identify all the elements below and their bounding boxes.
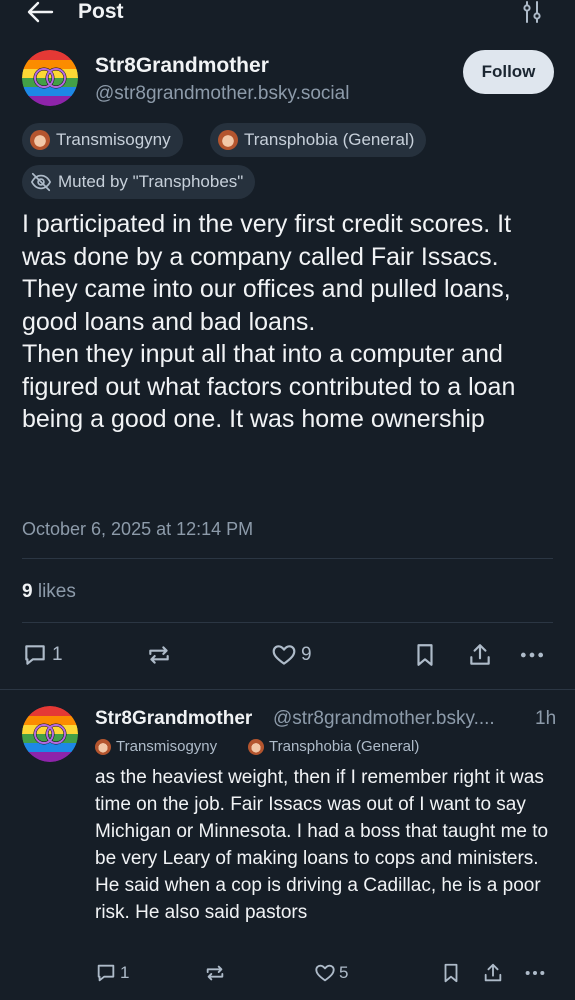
bookmark-icon (444, 963, 458, 983)
avatar[interactable] (22, 50, 78, 106)
author-name[interactable]: Str8Grandmother (95, 53, 269, 79)
follow-button[interactable]: Follow (463, 50, 554, 94)
speech-bubble-icon (97, 964, 115, 982)
thread-settings-button[interactable] (520, 0, 544, 24)
muted-badge[interactable]: Muted by "Transphobes" (22, 165, 256, 199)
reply-repost-button[interactable] (204, 962, 226, 984)
page-title: Post (78, 0, 124, 23)
reply-count: 1 (52, 644, 63, 665)
reply-author-handle[interactable]: @str8grandmother.bsky.... (273, 707, 495, 731)
bookmark-button[interactable] (412, 642, 438, 668)
reply-bookmark-button[interactable] (440, 962, 462, 984)
share-button[interactable] (467, 642, 493, 668)
reply-more-options-button[interactable] (524, 962, 546, 984)
divider (0, 689, 575, 690)
reply-label-transphobia[interactable]: Transphobia (General) (248, 738, 419, 755)
muted-label: Muted by "Transphobes" (58, 172, 244, 191)
labeler-avatar-icon (30, 130, 50, 150)
tag-label: Transphobia (General) (244, 130, 415, 149)
author-handle[interactable]: @str8grandmother.bsky.social (95, 82, 349, 106)
bookmark-icon (417, 644, 433, 666)
share-icon (484, 963, 502, 982)
avatar[interactable] (22, 706, 78, 762)
reply-share-button[interactable] (482, 962, 504, 984)
labeler-avatar-icon (95, 738, 111, 755)
divider (22, 622, 553, 623)
like-count: 9 (301, 644, 312, 665)
heart-icon (315, 964, 335, 982)
sliders-icon (523, 1, 541, 23)
reply-like-button[interactable]: 5 (314, 962, 348, 984)
speech-bubble-icon (25, 645, 45, 665)
share-icon (470, 644, 490, 665)
ellipsis-icon (520, 652, 544, 658)
ellipsis-icon (525, 970, 545, 976)
like-button[interactable]: 9 (271, 642, 312, 668)
tag-label: Transmisogyny (116, 738, 218, 755)
tag-label: Transmisogyny (56, 130, 171, 149)
repost-button[interactable] (146, 642, 172, 668)
arrow-left-icon (27, 1, 54, 23)
likes-count[interactable]: 9 likes (22, 581, 76, 603)
post-timestamp: October 6, 2025 at 12:14 PM (22, 519, 254, 539)
labeler-avatar-icon (218, 130, 238, 150)
repost-icon (149, 646, 169, 664)
back-button[interactable] (24, 0, 56, 24)
reply-count: 1 (120, 963, 130, 982)
labeler-avatar-icon (248, 738, 264, 755)
reply-time: 1h (535, 708, 557, 729)
label-tag-transmisogyny[interactable]: Transmisogyny (22, 123, 183, 157)
more-options-button[interactable] (519, 642, 545, 668)
reply-label-transmisogyny[interactable]: Transmisogyny (95, 738, 217, 755)
divider (22, 558, 553, 559)
repost-icon (206, 965, 224, 981)
reply-reply-button[interactable]: 1 (95, 962, 129, 984)
label-tag-transphobia[interactable]: Transphobia (General) (210, 123, 427, 157)
post-text: I participated in the very first credit … (22, 210, 516, 433)
reply-button[interactable]: 1 (22, 642, 63, 668)
reply-author-name[interactable]: Str8Grandmother (95, 707, 252, 731)
eye-off-icon (30, 172, 52, 192)
tag-label: Transphobia (General) (269, 738, 420, 755)
heart-icon (272, 645, 296, 665)
like-count: 5 (339, 963, 349, 982)
reply-text: as the heaviest weight, then if I rememb… (95, 767, 549, 923)
